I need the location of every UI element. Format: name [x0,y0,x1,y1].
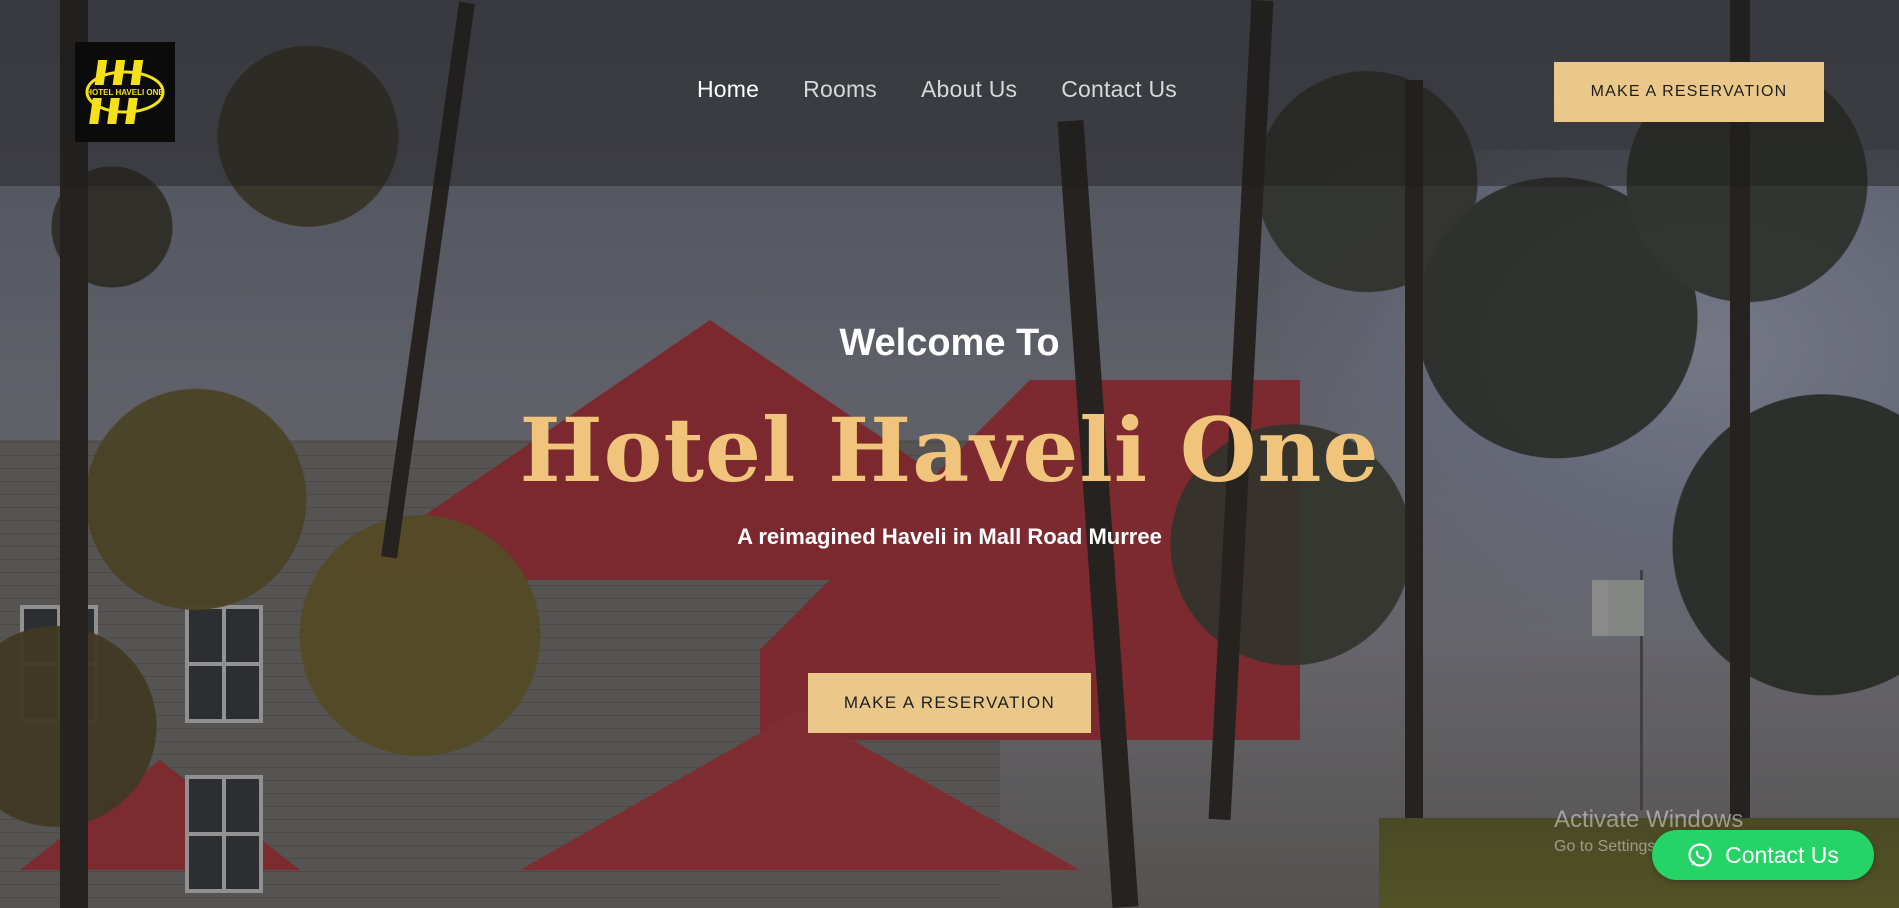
nav-about-us[interactable]: About Us [921,76,1017,103]
hero-reservation-button[interactable]: MAKE A RESERVATION [808,673,1091,733]
header-reservation-button[interactable]: MAKE A RESERVATION [1554,62,1824,122]
nav-contact-us[interactable]: Contact Us [1061,76,1177,103]
hotel-logo[interactable]: HOTEL HAVELI ONE [75,42,175,142]
logo-text: HOTEL HAVELI ONE [86,88,164,97]
hero-tagline: A reimagined Haveli in Mall Road Murree [737,524,1162,549]
whatsapp-icon [1688,843,1712,867]
hero-welcome: Welcome To [839,322,1060,364]
hotel-haveli-one-logo-icon: HOTEL HAVELI ONE [85,60,165,124]
hero-title: Hotel Haveli One [519,398,1380,502]
whatsapp-contact-button[interactable]: Contact Us [1652,830,1874,880]
contact-us-label: Contact Us [1725,841,1839,868]
site-header: HOTEL HAVELI ONE Home Rooms About Us Con… [0,0,1899,186]
nav-rooms[interactable]: Rooms [803,76,877,103]
nav-home[interactable]: Home [697,76,759,103]
main-nav: Home Rooms About Us Contact Us [697,76,1177,103]
